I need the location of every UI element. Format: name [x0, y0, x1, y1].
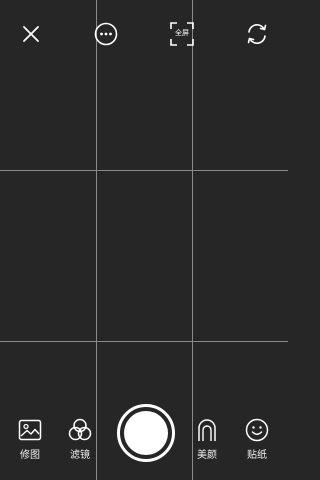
shutter-button[interactable] [117, 404, 175, 462]
grid-line-horizontal-bottom [0, 341, 288, 342]
switch-camera-button[interactable] [243, 20, 271, 48]
beauty-icon [194, 417, 220, 443]
edit-photo-label: 修图 [20, 450, 40, 461]
close-button[interactable] [17, 20, 45, 48]
filter-icon [67, 417, 93, 443]
sticker-button[interactable]: 贴纸 [237, 417, 277, 462]
switch-camera-icon [247, 24, 267, 44]
sticker-label: 贴纸 [247, 450, 267, 461]
sticker-icon [244, 417, 270, 443]
edit-photo-button[interactable]: 修图 [10, 417, 50, 462]
image-edit-icon [17, 417, 43, 443]
fullscreen-label: 全屏 [175, 29, 189, 37]
shutter-icon [124, 411, 168, 455]
close-icon [23, 26, 39, 42]
fullscreen-button[interactable]: 全屏 [170, 22, 194, 46]
bottom-toolbar: 修图 滤镜 美颜 贴纸 [0, 400, 288, 480]
more-icon [94, 22, 118, 46]
beauty-label: 美颜 [197, 450, 217, 461]
filter-button[interactable]: 滤镜 [60, 417, 100, 462]
more-button[interactable] [92, 20, 120, 48]
beauty-button[interactable]: 美颜 [187, 417, 227, 462]
filter-label: 滤镜 [70, 450, 90, 461]
top-toolbar: 全屏 [0, 0, 288, 70]
grid-line-horizontal-top [0, 170, 288, 171]
